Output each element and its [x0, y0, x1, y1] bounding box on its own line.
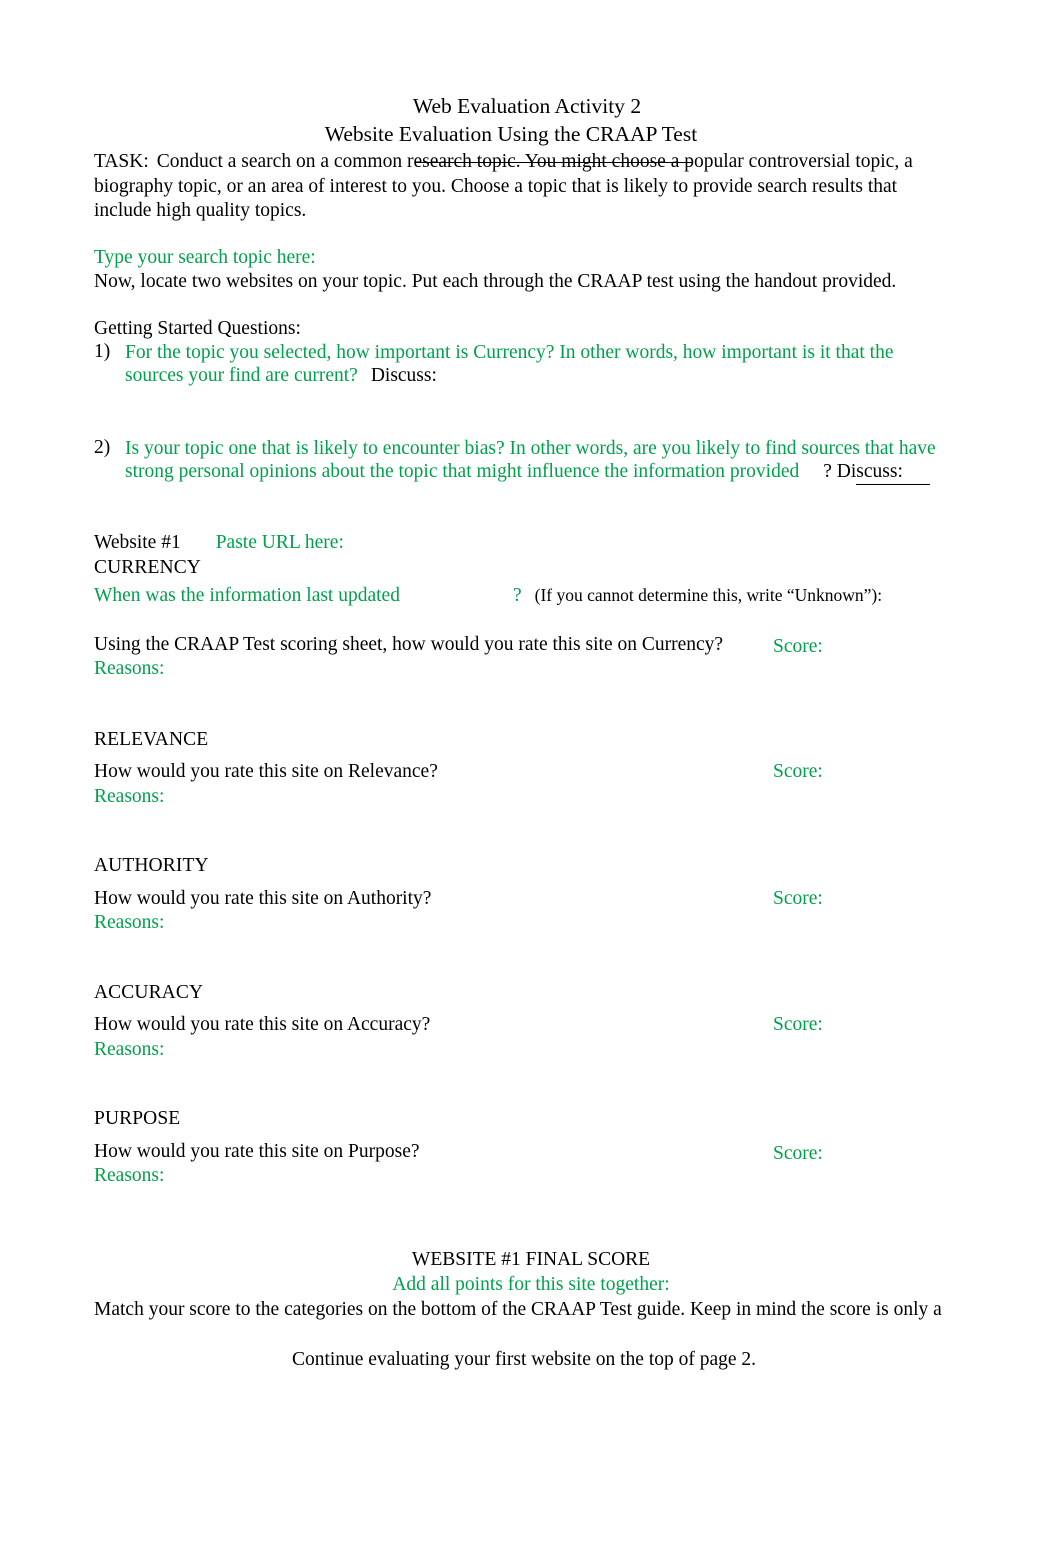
question-1-number: 1): [94, 341, 111, 362]
relevance-rating-row: How would you rate this site on Relevanc…: [94, 760, 954, 785]
purpose-rating-row: How would you rate this site on Purpose?…: [94, 1140, 954, 1165]
currency-last-updated-line: When was the information last updated? (I…: [94, 583, 954, 609]
match-score-text: Match your score to the categories on th…: [94, 1298, 942, 1320]
relevance-rating-question: How would you rate this site on Relevanc…: [94, 761, 438, 782]
task-text: Conduct a search on a common research to…: [94, 151, 913, 221]
purpose-score-label[interactable]: Score:: [773, 1142, 823, 1167]
currency-score-label[interactable]: Score:: [773, 635, 823, 660]
relevance-score-label[interactable]: Score:: [773, 760, 823, 785]
purpose-reasons-label[interactable]: Reasons:: [94, 1164, 954, 1189]
currency-last-updated-question: When was the information last updated: [94, 585, 400, 606]
accuracy-rating-row: How would you rate this site on Accuracy…: [94, 1013, 954, 1038]
question-1: 1) For the topic you selected, how impor…: [94, 341, 954, 387]
question-2-discuss: ? Discuss:: [823, 461, 903, 482]
currency-reasons-label[interactable]: Reasons:: [94, 657, 954, 682]
accuracy-reasons-label[interactable]: Reasons:: [94, 1038, 954, 1063]
currency-heading: CURRENCY: [94, 556, 201, 578]
website-1-label: Website #1: [94, 532, 181, 553]
currency-question-mark: ?: [512, 585, 522, 606]
authority-heading: AUTHORITY: [94, 855, 209, 876]
currency-rating-question: Using the CRAAP Test scoring sheet, how …: [94, 633, 724, 655]
question-1-discuss: Discuss:: [370, 365, 437, 386]
authority-score-label[interactable]: Score:: [773, 887, 823, 912]
question-1-text: For the topic you selected, how importan…: [125, 342, 894, 386]
currency-unknown-note: (If you cannot determine this, write “Un…: [534, 585, 883, 605]
paste-url-label[interactable]: Paste URL here:: [216, 532, 344, 553]
purpose-heading: PURPOSE: [94, 1108, 181, 1129]
authority-rating-row: How would you rate this site on Authorit…: [94, 887, 954, 912]
add-all-points-label: Add all points for this site together:: [392, 1273, 670, 1295]
locate-websites-instruction: Now, locate two websites on your topic. …: [94, 271, 897, 292]
authority-reasons-label[interactable]: Reasons:: [94, 911, 954, 936]
website-1-line: Website #1 Paste URL here:: [94, 531, 954, 556]
accuracy-heading: ACCURACY: [94, 981, 204, 1003]
purpose-rating-question: How would you rate this site on Purpose?: [94, 1140, 420, 1162]
document-page: Web Evaluation Activity 2 Website Evalua…: [0, 0, 1062, 1561]
accuracy-rating-question: How would you rate this site on Accuracy…: [94, 1014, 431, 1035]
relevance-heading: RELEVANCE: [94, 728, 209, 750]
page-title-line-1: Web Evaluation Activity 2: [412, 94, 642, 118]
final-score-heading: WEBSITE #1 FINAL SCORE: [411, 1248, 651, 1270]
document-body: Web Evaluation Activity 2 Website Evalua…: [94, 92, 954, 1372]
authority-rating-question: How would you rate this site on Authorit…: [94, 887, 432, 909]
task-label: TASK:: [94, 151, 149, 172]
question-2-number: 2): [94, 437, 111, 458]
search-topic-prompt: Type your search topic here:: [94, 246, 316, 268]
relevance-reasons-label[interactable]: Reasons:: [94, 785, 954, 810]
page-title-line-2: Website Evaluation Using the CRAAP Test: [324, 122, 698, 146]
accuracy-score-label[interactable]: Score:: [773, 1013, 823, 1038]
continue-instruction: Continue evaluating your first website o…: [291, 1348, 757, 1370]
question-2-text: Is your topic one that is likely to enco…: [125, 438, 936, 482]
currency-rating-row: Using the CRAAP Test scoring sheet, how …: [94, 633, 954, 658]
task-paragraph: TASK: Conduct a search on a common resear…: [94, 150, 954, 224]
getting-started-heading: Getting Started Questions:: [94, 317, 301, 339]
question-2: 2) Is your topic one that is likely to e…: [94, 437, 954, 483]
